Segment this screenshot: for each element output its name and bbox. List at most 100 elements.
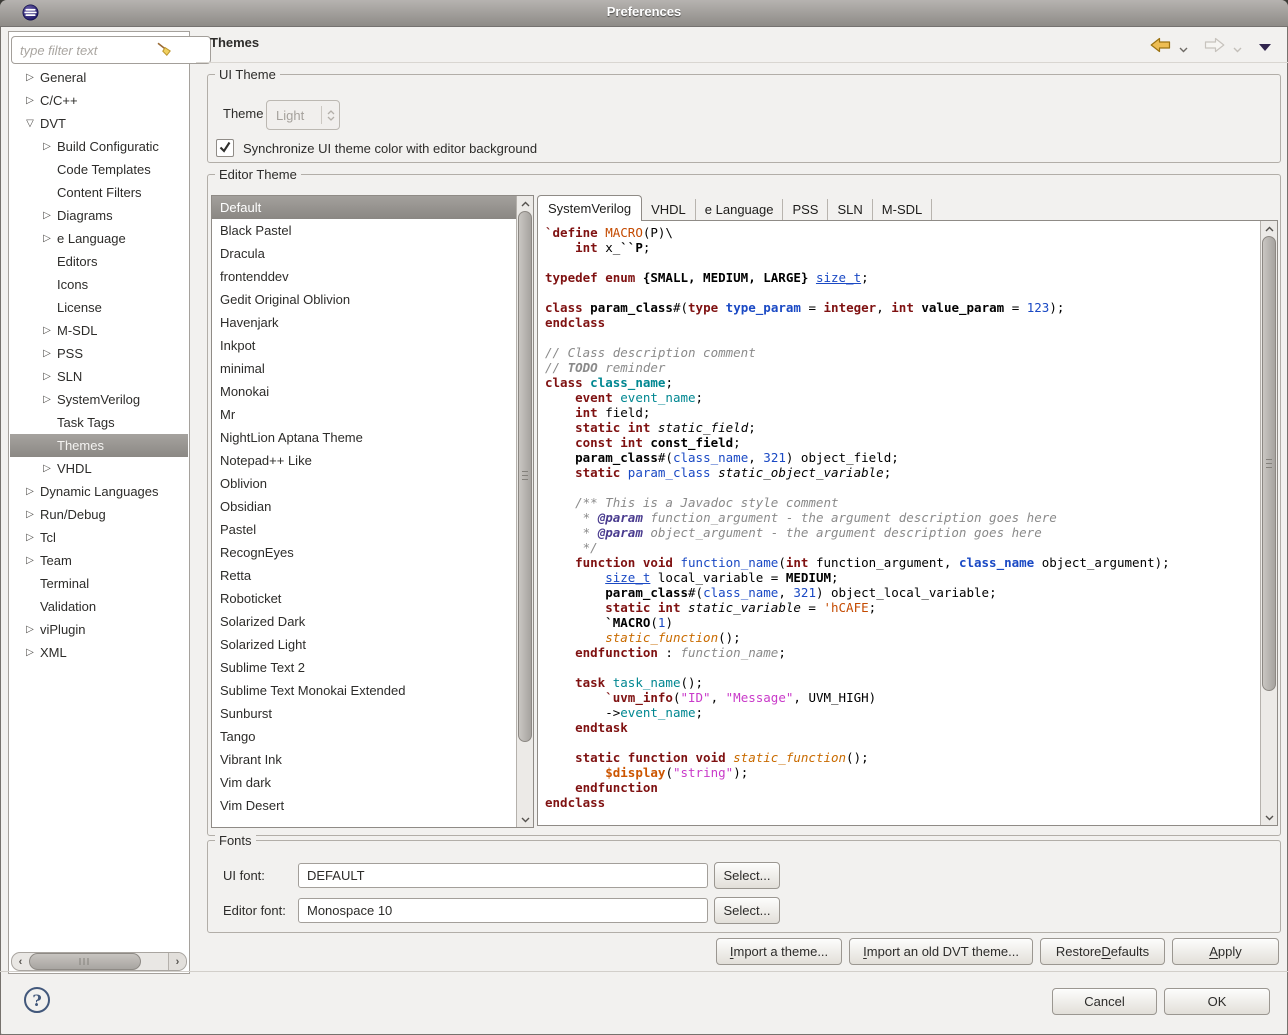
scroll-up-button[interactable] — [517, 196, 533, 211]
scroll-left-button[interactable]: ‹ — [12, 953, 29, 970]
tree-item-systemverilog[interactable]: ▷SystemVerilog — [10, 388, 188, 411]
tree-collapsed-expander-icon[interactable]: ▷ — [41, 326, 53, 336]
ui-font-field[interactable] — [298, 863, 708, 888]
tree-item-terminal[interactable]: Terminal — [10, 572, 188, 595]
view-menu-icon[interactable] — [1258, 39, 1272, 57]
tree-collapsed-expander-icon[interactable]: ▷ — [24, 648, 36, 658]
theme-list-scrollbar[interactable] — [516, 196, 533, 827]
theme-list-item-vim-desert[interactable]: Vim Desert — [212, 794, 517, 817]
tree-item-icons[interactable]: Icons — [10, 273, 188, 296]
tree-item-xml[interactable]: ▷XML — [10, 641, 188, 664]
tree-item-license[interactable]: License — [10, 296, 188, 319]
tree-horizontal-scrollbar[interactable]: ‹ › — [11, 952, 187, 971]
theme-list-item-inkpot[interactable]: Inkpot — [212, 334, 517, 357]
tab-sln[interactable]: SLN — [828, 199, 872, 220]
import-a-theme-button[interactable]: Import a theme... — [716, 938, 842, 965]
tree-item-task-tags[interactable]: Task Tags — [10, 411, 188, 434]
tab-m-sdl[interactable]: M-SDL — [873, 199, 932, 220]
scrollbar-thumb[interactable] — [518, 211, 532, 742]
tree-collapsed-expander-icon[interactable]: ▷ — [41, 372, 53, 382]
tab-systemverilog[interactable]: SystemVerilog — [537, 195, 642, 221]
tree-item-sln[interactable]: ▷SLN — [10, 365, 188, 388]
theme-list-item-solarized-dark[interactable]: Solarized Dark — [212, 610, 517, 633]
tree-item-run-debug[interactable]: ▷Run/Debug — [10, 503, 188, 526]
editor-font-select-button[interactable]: Select... — [714, 897, 780, 924]
theme-list-item-black-pastel[interactable]: Black Pastel — [212, 219, 517, 242]
theme-list-item-oblivion[interactable]: Oblivion — [212, 472, 517, 495]
tree-collapsed-expander-icon[interactable]: ▷ — [24, 96, 36, 106]
tree-item-c-c[interactable]: ▷C/C++ — [10, 89, 188, 112]
scroll-down-button[interactable] — [517, 812, 533, 827]
theme-select[interactable]: Light — [266, 100, 340, 130]
theme-list-item-nightlion-aptana-theme[interactable]: NightLion Aptana Theme — [212, 426, 517, 449]
tree-item-validation[interactable]: Validation — [10, 595, 188, 618]
theme-list-item-mr[interactable]: Mr — [212, 403, 517, 426]
scrollbar-track[interactable] — [517, 211, 533, 812]
theme-list-item-sublime-text-2[interactable]: Sublime Text 2 — [212, 656, 517, 679]
tree-item-diagrams[interactable]: ▷Diagrams — [10, 204, 188, 227]
clear-filter-icon[interactable] — [156, 42, 172, 56]
tree-item-themes[interactable]: Themes — [10, 434, 188, 457]
scrollbar-thumb[interactable] — [29, 953, 141, 970]
theme-list-item-sublime-text-monokai-extended[interactable]: Sublime Text Monokai Extended — [212, 679, 517, 702]
theme-list-item-tango[interactable]: Tango — [212, 725, 517, 748]
scroll-down-button[interactable] — [1261, 810, 1277, 825]
scrollbar-track[interactable] — [1261, 236, 1277, 810]
tree-collapsed-expander-icon[interactable]: ▷ — [41, 395, 53, 405]
back-arrow-icon[interactable] — [1150, 37, 1171, 58]
tree-item-content-filters[interactable]: Content Filters — [10, 181, 188, 204]
theme-list-item-obsidian[interactable]: Obsidian — [212, 495, 517, 518]
theme-list-item-pastel[interactable]: Pastel — [212, 518, 517, 541]
theme-list-item-recogneyes[interactable]: RecognEyes — [212, 541, 517, 564]
tree-item-dvt[interactable]: ▽DVT — [10, 112, 188, 135]
tab-pss[interactable]: PSS — [783, 199, 828, 220]
theme-list-item-solarized-light[interactable]: Solarized Light — [212, 633, 517, 656]
tree-collapsed-expander-icon[interactable]: ▷ — [41, 234, 53, 244]
theme-list-item-vim-dark[interactable]: Vim dark — [212, 771, 517, 794]
tree-item-vhdl[interactable]: ▷VHDL — [10, 457, 188, 480]
scroll-up-button[interactable] — [1261, 221, 1277, 236]
tree-item-build-configuratic[interactable]: ▷Build Configuratic — [10, 135, 188, 158]
tree-collapsed-expander-icon[interactable]: ▷ — [24, 510, 36, 520]
tree-item-code-templates[interactable]: Code Templates — [10, 158, 188, 181]
theme-list-item-default[interactable]: Default — [212, 196, 517, 219]
apply-button[interactable]: Apply — [1172, 938, 1279, 965]
tree-item-dynamic-languages[interactable]: ▷Dynamic Languages — [10, 480, 188, 503]
theme-list-item-vibrant-ink[interactable]: Vibrant Ink — [212, 748, 517, 771]
theme-list-item-roboticket[interactable]: Roboticket — [212, 587, 517, 610]
theme-list-item-notepad-like[interactable]: Notepad++ Like — [212, 449, 517, 472]
code-preview-scrollbar[interactable] — [1260, 221, 1277, 825]
tree-collapsed-expander-icon[interactable]: ▷ — [41, 349, 53, 359]
theme-list-item-retta[interactable]: Retta — [212, 564, 517, 587]
scrollbar-track[interactable] — [29, 953, 168, 970]
tree-item-team[interactable]: ▷Team — [10, 549, 188, 572]
tab-vhdl[interactable]: VHDL — [642, 199, 696, 220]
scrollbar-thumb[interactable] — [1262, 236, 1276, 691]
help-button[interactable]: ? — [24, 987, 50, 1013]
scroll-right-button[interactable]: › — [168, 953, 186, 970]
tree-collapsed-expander-icon[interactable]: ▷ — [24, 487, 36, 497]
tree-collapsed-expander-icon[interactable]: ▷ — [41, 211, 53, 221]
tree-item-general[interactable]: ▷General — [10, 66, 188, 89]
theme-list-item-sunburst[interactable]: Sunburst — [212, 702, 517, 725]
theme-list-item-gedit-original-oblivion[interactable]: Gedit Original Oblivion — [212, 288, 517, 311]
tab-e-language[interactable]: e Language — [696, 199, 784, 220]
tree-collapsed-expander-icon[interactable]: ▷ — [24, 533, 36, 543]
tree-collapsed-expander-icon[interactable]: ▷ — [41, 464, 53, 474]
tree-item-e-language[interactable]: ▷e Language — [10, 227, 188, 250]
tree-collapsed-expander-icon[interactable]: ▷ — [24, 556, 36, 566]
tree-collapsed-expander-icon[interactable]: ▷ — [24, 625, 36, 635]
tree-expanded-expander-icon[interactable]: ▽ — [24, 119, 36, 129]
theme-list-item-monokai[interactable]: Monokai — [212, 380, 517, 403]
editor-font-field[interactable] — [298, 898, 708, 923]
tree-item-pss[interactable]: ▷PSS — [10, 342, 188, 365]
tree-item-editors[interactable]: Editors — [10, 250, 188, 273]
theme-list-item-minimal[interactable]: minimal — [212, 357, 517, 380]
back-history-chevron-icon[interactable] — [1179, 40, 1188, 58]
theme-list-item-dracula[interactable]: Dracula — [212, 242, 517, 265]
restore-defaults-button[interactable]: Restore Defaults — [1040, 938, 1165, 965]
tree-item-m-sdl[interactable]: ▷M-SDL — [10, 319, 188, 342]
ok-button[interactable]: OK — [1164, 988, 1270, 1015]
sync-ui-theme-checkbox[interactable] — [216, 139, 234, 157]
tree-item-viplugin[interactable]: ▷viPlugin — [10, 618, 188, 641]
